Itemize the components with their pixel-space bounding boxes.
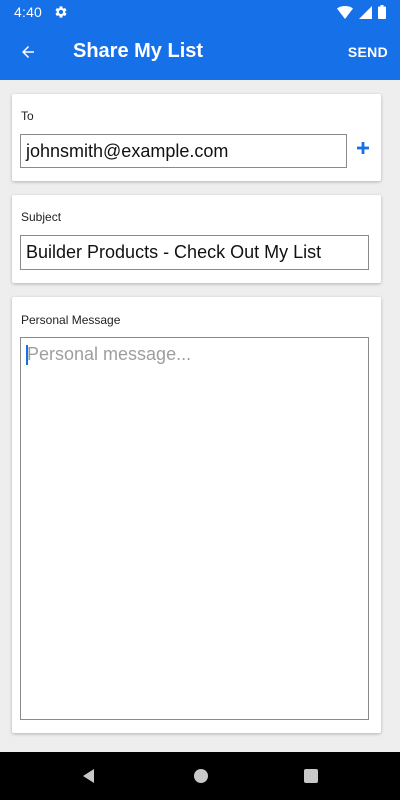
send-button[interactable]: SEND xyxy=(348,44,388,60)
wifi-icon xyxy=(337,5,353,19)
message-placeholder: Personal message... xyxy=(27,344,192,364)
message-card: Personal Message Personal message... xyxy=(12,297,381,733)
nav-recents-icon[interactable] xyxy=(301,766,321,786)
subject-card: Subject Builder Products - Check Out My … xyxy=(12,195,381,283)
back-button[interactable] xyxy=(12,36,44,68)
navigation-bar xyxy=(0,752,400,800)
gear-icon xyxy=(55,6,67,18)
subject-input[interactable]: Builder Products - Check Out My List xyxy=(20,235,369,270)
message-textarea[interactable]: Personal message... xyxy=(20,337,369,720)
subject-label: Subject xyxy=(21,210,62,224)
to-input[interactable]: johnsmith@example.com xyxy=(20,134,347,168)
to-label: To xyxy=(21,109,34,123)
text-cursor xyxy=(26,345,28,365)
nav-back-icon[interactable] xyxy=(79,766,99,786)
battery-icon xyxy=(378,5,386,19)
plus-icon[interactable] xyxy=(355,140,371,156)
status-icons xyxy=(337,5,386,19)
status-time: 4:40 xyxy=(14,4,43,20)
app-bar: Share My List SEND xyxy=(0,24,400,80)
arrow-left-icon xyxy=(22,46,34,58)
message-label: Personal Message xyxy=(21,313,121,327)
page-title: Share My List xyxy=(73,40,204,62)
cellular-signal-icon xyxy=(359,5,372,19)
status-bar: 4:40 xyxy=(0,0,400,24)
to-card: To johnsmith@example.com xyxy=(12,94,381,181)
nav-home-icon[interactable] xyxy=(191,766,211,786)
